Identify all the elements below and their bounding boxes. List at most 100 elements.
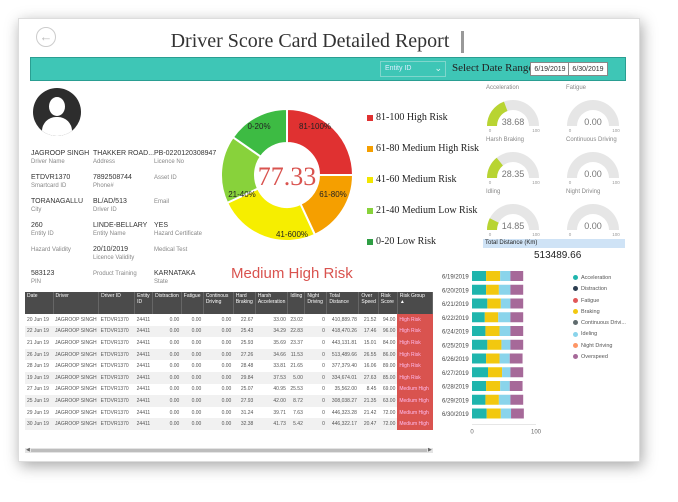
licence-no-field: PB-0220120308947 Licence No [154,150,217,165]
chart-bar-segment[interactable] [486,271,501,281]
table-cell: 0.00 [169,386,180,393]
chart-bar-segment[interactable] [510,394,524,405]
chart-bar-segment[interactable] [472,326,486,336]
chart-bar-segment[interactable] [510,271,524,281]
table-row[interactable]: 25 Jun 19 JAGROOP SINGH ETDVR1370 24411 0.00… [25,395,433,407]
chart-bar-segment[interactable] [485,394,499,405]
chart-bar-segment[interactable] [472,394,486,405]
chart-bar-segment[interactable] [487,339,502,350]
chart-bar-segment[interactable] [485,326,500,336]
chart-bar-segment[interactable] [472,298,488,309]
chart-bar-segment[interactable] [510,339,524,350]
column-header[interactable]: Distraction [152,292,182,314]
horizontal-scrollbar[interactable] [25,448,433,453]
table-cell: 0.00 [181,395,204,407]
table-row[interactable]: 19 Jun 19 JAGROOP SINGH ETDVR1370 24411 0.00… [25,371,433,384]
table-row[interactable]: 29 Jun 19 JAGROOP SINGH ETDVR1370 24411 0.00… [25,406,433,419]
table-cell: 8.45 [366,386,377,393]
chart-bar-segment[interactable] [511,408,524,419]
chart-bar-segment[interactable] [488,367,503,378]
table-row[interactable]: 27 Jun 19 JAGROOP SINGH ETDVR1370 24411 0.00… [25,383,433,396]
column-header[interactable]: Continous Driving [203,292,234,314]
chart-bar-segment[interactable] [472,312,485,323]
chart-bar-segment[interactable] [472,284,487,295]
column-header[interactable]: Fatigue [181,292,204,314]
chart-bar-segment[interactable] [486,284,499,295]
entity-id-select[interactable]: Entity ID ⌄ [380,61,446,77]
chart-bar-segment[interactable] [472,381,487,391]
chart-legend-item[interactable]: Distraction [573,284,626,295]
chart-bar-segment[interactable] [472,353,487,364]
chart-bar-segment[interactable] [472,271,487,281]
chart-bar-segment[interactable] [500,271,511,281]
column-header[interactable]: Idling [287,292,306,314]
date-to-input[interactable]: 6/30/2019 [568,62,608,76]
table-cell: 0 [322,316,325,323]
scroll-left-icon[interactable]: ◀ [26,447,30,453]
table-row[interactable]: 30 Jun 19 JAGROOP SINGH ETDVR1370 24411 0.00… [25,418,433,430]
chart-bar-segment[interactable] [510,298,524,309]
table-row[interactable]: 20 Jun 19 JAGROOP SINGH ETDVR1370 24411 0.00… [25,314,433,326]
chart-bar-segment[interactable] [484,312,499,323]
chart-bar-segment[interactable] [502,367,511,378]
column-header[interactable]: Total Distance [326,292,360,314]
chart-bar-segment[interactable] [510,326,524,336]
chart-bar-segment[interactable] [499,353,510,364]
chart-legend-item[interactable]: Overspeed [573,352,626,363]
column-header[interactable]: Over Speed [358,292,379,314]
chart-bar-segment[interactable] [486,353,500,364]
table-row[interactable]: 22 Jun 19 JAGROOP SINGH ETDVR1370 24411 0.00… [25,325,433,338]
table-cell: 0 [322,386,325,393]
table-row[interactable]: 28 Jun 19 JAGROOP SINGH ETDVR1370 24411 0.00… [25,360,433,372]
chart-legend-item[interactable]: Ideling [573,329,626,340]
chart-category-label: 6/21/2019 [442,302,469,308]
chart-bar-segment[interactable] [498,394,511,405]
table-cell: 0.00 [191,386,202,393]
chart-bar-segment[interactable] [472,367,488,378]
chart-legend-item[interactable]: Night Driving [573,341,626,352]
chart-bar-segment[interactable] [486,381,501,391]
chart-bar-segment[interactable] [500,298,511,309]
column-header[interactable]: Risk Group ▲ [397,292,434,314]
column-header[interactable]: Driver [53,292,100,314]
chart-bar-segment[interactable] [500,408,512,419]
chart-legend-item[interactable]: Continuous Drivi... [573,318,626,329]
column-header[interactable]: Driver ID [98,292,136,314]
column-header[interactable]: Entity ID [134,292,154,314]
chart-category-label: 6/30/2019 [442,412,469,418]
chart-bar-segment[interactable] [486,408,501,419]
column-header[interactable]: Hard Braking [233,292,256,314]
table-cell: 0.00 [221,339,232,346]
back-arrow-icon[interactable]: ← [36,27,56,47]
chart-legend-item[interactable]: Acceleration [573,273,626,284]
scrollbar-thumb[interactable] [31,449,427,452]
chart-bar-segment[interactable] [472,339,488,350]
legend-dot-icon [573,275,578,281]
chart-bar-segment[interactable] [510,312,524,323]
scroll-right-icon[interactable]: ▶ [428,447,432,453]
table-row[interactable]: 26 Jun 19 JAGROOP SINGH ETDVR1370 24411 0.00… [25,348,433,361]
chart-bar-segment[interactable] [510,367,524,378]
column-header[interactable]: Harsh Acceleration [255,292,289,314]
sort-asc-icon[interactable]: ▲ [400,299,430,305]
chart-legend-item[interactable]: Braking [573,307,626,318]
table-row[interactable]: 21 Jun 19 JAGROOP SINGH ETDVR1370 24411 0.00… [25,337,433,349]
chart-bar-segment[interactable] [499,326,511,336]
chart-bar-segment[interactable] [501,339,511,350]
date-from-input[interactable]: 6/19/2019 [530,62,570,76]
chart-bar-segment[interactable] [509,381,523,391]
chart-bar-segment[interactable] [487,298,501,309]
column-header[interactable]: Risk Score [378,292,398,314]
chart-legend-item[interactable]: Fatigue [573,296,626,307]
column-header[interactable]: Date [25,292,54,314]
chart-bar-segment[interactable] [472,408,487,419]
chart-bar-segment[interactable] [510,284,524,295]
column-header[interactable]: Night Driving [304,292,328,314]
table-cell: 0.00 [169,316,180,323]
chart-bar-segment[interactable] [509,353,523,364]
legend-dot-icon [573,342,578,348]
table-cell: 418,470.26 [326,325,359,338]
chart-bar-segment[interactable] [498,284,511,295]
chart-bar-segment[interactable] [498,312,511,323]
chart-bar-segment[interactable] [500,381,510,391]
